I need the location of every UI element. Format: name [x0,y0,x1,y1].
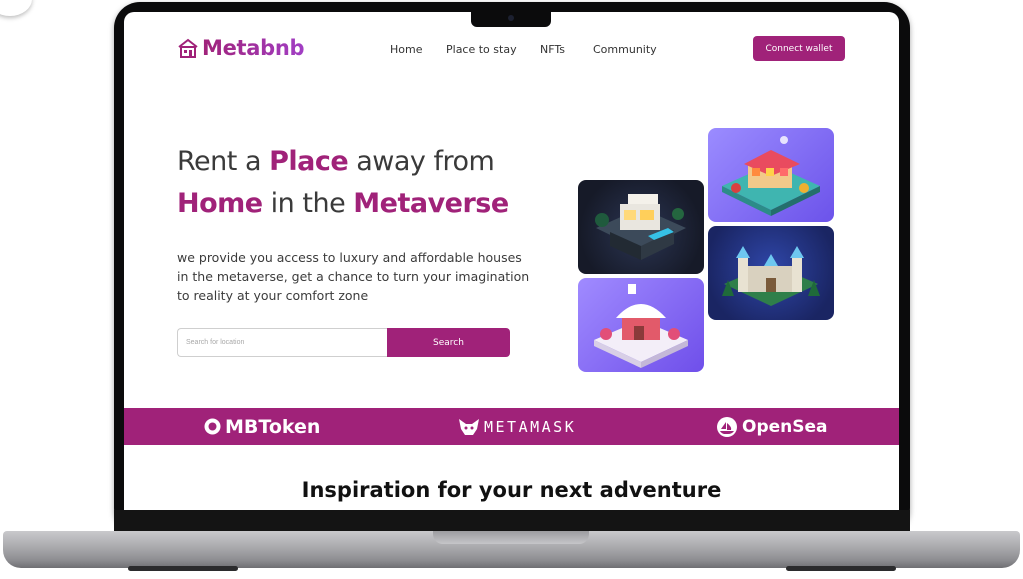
hero-text: away from [348,146,495,177]
hero-highlight: Home [177,188,263,219]
hero-title-line-1: Rent a Place away from [177,146,495,177]
opensea-label: OpenSea [742,416,828,437]
laptop-foot-left [128,566,238,571]
screen-bezel-bottom [114,510,910,532]
image-modern-villa[interactable] [578,180,704,274]
partners-band: MBToken METAMASK OpenSea [124,408,899,445]
fox-icon [459,418,479,435]
search-button[interactable]: Search [387,328,510,357]
hero-text: in the [262,188,354,219]
camera-notch [471,10,551,27]
partner-mbtoken[interactable]: MBToken [204,408,320,445]
hero-highlight: Place [269,146,349,177]
logo[interactable]: Metabnb [177,36,305,60]
logo-text: Metabnb [202,36,305,60]
hero-text: Rent a [177,146,270,177]
section-title: Inspiration for your next adventure [301,478,722,502]
camera-icon [508,15,514,21]
image-market-stall[interactable] [708,128,834,222]
laptop-screen: Metabnb Home Place to stay NFTs Communit… [124,12,899,510]
market-illustration [722,136,820,216]
mbtoken-label: MBToken [225,415,321,438]
image-castle[interactable] [708,226,834,320]
hero-highlight: Metaverse [353,188,509,219]
villa-illustration [595,194,686,260]
image-snow-cabin[interactable] [578,278,704,372]
castle-illustration [722,246,820,306]
hero-title-line-2: Home in the Metaverse [177,188,509,219]
connect-wallet-button[interactable]: Connect wallet [753,36,845,61]
mbtoken-icon [204,418,221,435]
laptop-opening-notch [433,531,589,544]
partner-metamask[interactable]: METAMASK [458,408,576,445]
partner-opensea[interactable]: OpenSea [716,408,828,445]
opensea-icon [717,416,737,437]
nav-home[interactable]: Home [390,43,422,56]
hero-description: we provide you access to luxury and affo… [177,250,530,303]
nav-nfts[interactable]: NFTs [540,43,565,56]
nav-community[interactable]: Community [593,43,657,56]
laptop-foot-right [786,566,896,571]
cabin-illustration [594,284,688,368]
nav-place-to-stay[interactable]: Place to stay [446,43,517,56]
house-logo-icon [178,38,198,58]
search-input[interactable]: Search for location [177,328,402,357]
corner-decoration [0,0,32,16]
metamask-label: METAMASK [484,417,577,436]
